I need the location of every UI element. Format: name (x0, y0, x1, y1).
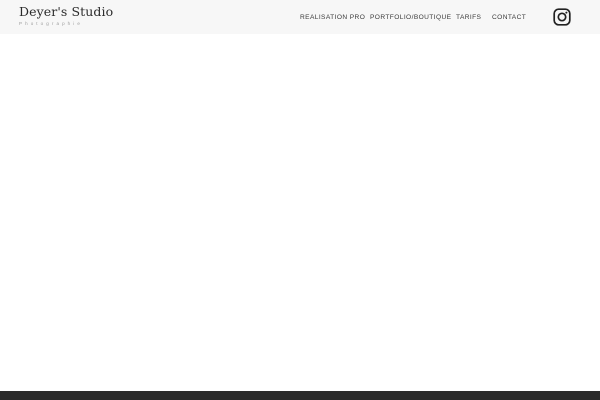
site-header: Deyer's Studio Photographie REALISATION … (0, 0, 600, 34)
instagram-icon-graphic (553, 8, 571, 26)
site-logo[interactable]: Deyer's Studio Photographie (19, 4, 114, 26)
logo-title: Deyer's Studio (19, 4, 114, 19)
instagram-icon[interactable] (553, 8, 571, 26)
logo-subtitle: Photographie (19, 20, 83, 26)
footer-bar (0, 391, 600, 400)
nav-item-realisation-pro[interactable]: REALISATION PRO (300, 0, 365, 34)
nav-item-contact[interactable]: CONTACT (492, 0, 526, 34)
nav-item-tarifs[interactable]: TARIFS (456, 0, 481, 34)
nav-item-portfolio-boutique[interactable]: PORTFOLIO/BOUTIQUE (370, 0, 451, 34)
